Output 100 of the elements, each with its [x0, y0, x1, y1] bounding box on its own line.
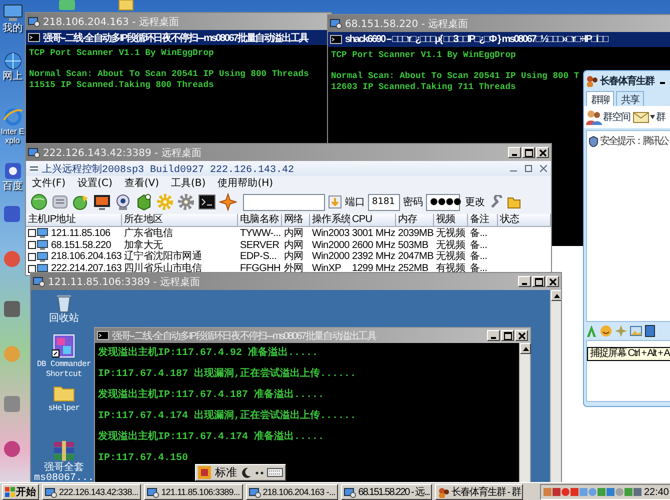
input-field[interactable] — [243, 194, 325, 210]
remote-desktop-icon — [28, 147, 40, 158]
checkbox[interactable] — [28, 241, 36, 250]
toolbar-button[interactable]: 群 — [633, 110, 665, 124]
maximize-button[interactable] — [522, 147, 535, 158]
minimize-button[interactable] — [508, 147, 521, 158]
moon-icon[interactable] — [241, 467, 252, 478]
column-header[interactable]: CPU — [350, 214, 396, 227]
password-field[interactable]: ●●●● — [426, 194, 460, 210]
minimize-button[interactable] — [487, 330, 500, 341]
menu-item[interactable]: 文件(F) — [32, 176, 66, 190]
checkbox[interactable] — [28, 229, 36, 238]
column-header[interactable]: 状态 — [498, 214, 551, 227]
toolbar-button[interactable]: 群空间 — [586, 109, 630, 125]
table-cell-text: WinXP — [311, 263, 342, 274]
menu-item[interactable]: 使用帮助(H) — [218, 176, 274, 190]
computer-icon — [2, 4, 22, 22]
wrench-icon[interactable] — [490, 195, 504, 209]
table-cell-text: 2392 MHz — [351, 251, 396, 262]
desktop-icon-label[interactable]: sHelper — [48, 404, 80, 414]
app-icon — [2, 162, 22, 180]
table-cell-text: Win2000 — [311, 240, 350, 251]
scroll-up-button[interactable] — [520, 343, 531, 354]
maximize-icon[interactable] — [525, 165, 532, 172]
taskbar-button[interactable]: 长春体育生群 - 群 — [435, 484, 524, 500]
menu-item[interactable]: 设置(C) — [78, 176, 112, 190]
caret-icon — [650, 115, 655, 119]
image-icon[interactable] — [630, 325, 642, 337]
terminal-icon[interactable] — [198, 193, 216, 211]
webcam-icon[interactable] — [114, 193, 132, 211]
change-button[interactable]: 更改 — [463, 195, 487, 209]
keyboard-icon[interactable] — [267, 467, 283, 478]
ime-logo-icon[interactable] — [198, 466, 211, 479]
globe-icon[interactable] — [30, 193, 48, 211]
start-button[interactable]: 开始 — [2, 484, 39, 500]
app-icon — [3, 440, 21, 458]
checkbox[interactable] — [28, 252, 36, 261]
close-icon[interactable] — [540, 165, 547, 172]
console-line: IP:117.67.4.150 — [98, 452, 188, 466]
windows-flag-icon — [5, 487, 15, 497]
menu-item[interactable]: 查看(V) — [124, 176, 160, 190]
document-icon[interactable] — [51, 193, 69, 211]
desktop-icon-label[interactable]: 回收站 — [49, 315, 79, 325]
taskbar-button[interactable]: 121.11.85.106:3389... — [144, 484, 243, 500]
close-button[interactable] — [536, 147, 549, 158]
tab[interactable]: 群聊 — [586, 91, 614, 106]
table-cell-text: 无视频 — [435, 240, 466, 251]
column-header[interactable]: 所在地区 — [122, 214, 238, 227]
column-header[interactable]: 操作系统 — [310, 214, 350, 227]
ime-mode-button[interactable]: 标准 — [213, 465, 239, 480]
port-field[interactable]: 8181 — [368, 194, 400, 210]
checkbox[interactable] — [28, 264, 36, 273]
password-label: 密码 — [403, 196, 423, 209]
taskbar-button[interactable]: 68.151.58.220 - 远... — [341, 484, 432, 500]
scroll-up-button[interactable] — [551, 290, 561, 301]
table-cell-text: 备... — [469, 228, 488, 239]
console-line: 11515 IP Scanned.Taking 800 Threads — [29, 80, 214, 90]
folder-icon — [53, 384, 75, 402]
menu-icon[interactable] — [30, 164, 38, 172]
console-icon — [330, 35, 342, 44]
table-cell-text: 2600 MHz — [351, 240, 396, 251]
column-header[interactable]: 视频 — [434, 214, 468, 227]
scrollbar[interactable] — [550, 290, 561, 483]
people-icon — [586, 109, 602, 125]
desktop-icon-label[interactable]: 我的 — [0, 23, 25, 34]
close-button[interactable] — [515, 330, 528, 341]
taskbar-button[interactable]: 222.126.143.42:338... — [42, 484, 142, 500]
screen-icon[interactable] — [645, 325, 655, 337]
desktop-icon-label[interactable]: 强哥全套 ms08067... — [34, 464, 94, 483]
table-cell-text: 3001 MHz — [351, 228, 396, 239]
column-header[interactable]: 网络 — [282, 214, 310, 227]
minimize-button[interactable] — [518, 276, 531, 287]
network-icon — [2, 52, 22, 70]
maximize-button[interactable] — [501, 330, 514, 341]
table-cell-text: 加拿大无 — [123, 240, 164, 251]
desktop-icon-label[interactable]: 网上 — [0, 71, 25, 82]
computer-icon — [37, 228, 48, 238]
computer-icon — [37, 240, 48, 250]
table-cell-text: 内网 — [283, 240, 304, 251]
menu-item[interactable]: 工具(B) — [171, 176, 206, 190]
folder-icon[interactable] — [507, 195, 521, 209]
cube-icon[interactable] — [135, 193, 153, 211]
monitor-icon[interactable] — [93, 193, 111, 211]
desktop-icon-label[interactable]: DB Commander Shortcut — [35, 360, 93, 380]
close-icon — [518, 332, 526, 340]
taskbar-button[interactable]: 218.106.204.163 -... — [246, 484, 338, 500]
smiley-icon[interactable] — [600, 325, 612, 337]
column-header[interactable]: 内存 — [396, 214, 434, 227]
close-button[interactable] — [546, 276, 559, 287]
download-icon[interactable] — [328, 195, 342, 209]
maximize-button[interactable] — [532, 276, 545, 287]
sparkle-icon[interactable] — [219, 193, 237, 211]
remote-desktop-icon — [28, 16, 40, 27]
column-header[interactable]: 备注 — [468, 214, 498, 227]
column-header[interactable]: 电脑名称 — [238, 214, 282, 227]
scrollbar[interactable] — [519, 343, 530, 482]
table-cell-text: TYWW-... — [239, 228, 282, 239]
column-header[interactable]: 主机IP地址 — [26, 214, 122, 227]
message-input[interactable]: 捕捉屏幕 Ctrl + Alt + A — [586, 340, 670, 402]
network-icon[interactable] — [72, 193, 90, 211]
